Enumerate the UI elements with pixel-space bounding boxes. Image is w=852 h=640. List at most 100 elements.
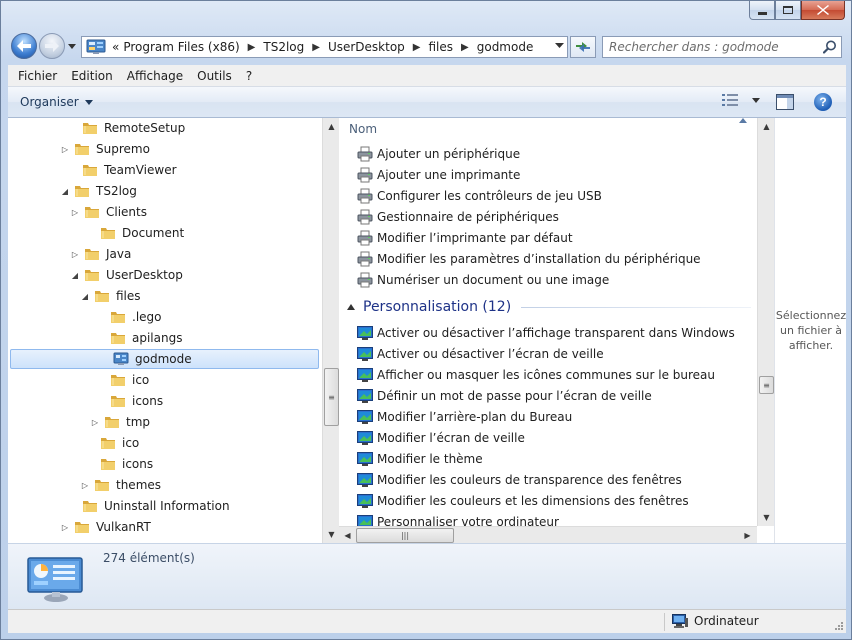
tree-item[interactable]: Document — [86, 223, 184, 243]
tree-item[interactable]: Uninstall Information — [68, 496, 230, 516]
tree-item[interactable]: godmode — [10, 349, 319, 369]
list-item[interactable]: Gestionnaire de périphériques — [357, 207, 559, 227]
breadcrumb-program-files[interactable]: Program Files (x86) — [121, 40, 241, 54]
forward-button[interactable] — [39, 33, 65, 59]
tree-item[interactable]: .lego — [96, 307, 162, 327]
breadcrumb-ts2log[interactable]: TS2log — [261, 40, 306, 54]
collapse-arrow-icon[interactable]: ◢ — [70, 271, 80, 280]
list-item[interactable]: Afficher ou masquer les icônes communes … — [357, 365, 715, 385]
expand-arrow-icon[interactable]: ▷ — [70, 250, 80, 259]
search-input[interactable] — [609, 40, 823, 54]
close-icon — [817, 5, 829, 15]
tree-item[interactable]: icons — [96, 391, 163, 411]
tree-item[interactable]: ▷ Java — [70, 244, 131, 264]
column-header-name[interactable]: Nom — [349, 122, 377, 136]
collapse-triangle-icon[interactable] — [347, 304, 355, 310]
tree-item[interactable]: icons — [86, 454, 153, 474]
menu-help[interactable]: ? — [239, 69, 259, 83]
expand-arrow-icon[interactable]: ▷ — [80, 481, 90, 490]
list-item[interactable]: Numériser un document ou une image — [357, 270, 609, 290]
maximize-button[interactable] — [775, 1, 801, 20]
scroll-down-arrow-icon[interactable]: ▼ — [323, 526, 340, 543]
search-icon[interactable] — [823, 40, 837, 54]
collapse-arrow-icon[interactable]: ◢ — [80, 292, 90, 301]
menu-outils[interactable]: Outils — [190, 69, 239, 83]
tree-item[interactable]: ▷ themes — [80, 475, 161, 495]
menu-fichier[interactable]: Fichier — [8, 69, 64, 83]
expand-arrow-icon[interactable]: ▷ — [60, 523, 70, 532]
minimize-button[interactable] — [749, 1, 775, 20]
file-list-vertical-scrollbar[interactable]: ▲ ≡ ▼ — [757, 118, 774, 526]
search-box[interactable] — [602, 36, 842, 58]
address-bar[interactable]: « Program Files (x86) ▶ TS2log ▶ UserDes… — [81, 36, 568, 58]
menu-affichage[interactable]: Affichage — [120, 69, 190, 83]
list-item[interactable]: Modifier les couleurs de transparence de… — [357, 470, 682, 490]
list-item-label: Définir un mot de passe pour l’écran de … — [377, 389, 652, 403]
list-item[interactable]: Modifier l’imprimante par défaut — [357, 228, 573, 248]
group-title: Personnalisation (12) — [363, 299, 512, 315]
list-item[interactable]: Modifier l’écran de veille — [357, 428, 525, 448]
collapse-arrow-icon[interactable]: ◢ — [60, 187, 70, 196]
explorer-window: « Program Files (x86) ▶ TS2log ▶ UserDes… — [0, 0, 852, 640]
scroll-left-arrow-icon[interactable]: ◀ — [339, 527, 356, 544]
tree-item[interactable]: ico — [96, 370, 149, 390]
breadcrumb-separator[interactable]: ▶ — [407, 42, 427, 53]
expand-arrow-icon[interactable]: ▷ — [90, 418, 100, 427]
list-item[interactable]: Modifier les couleurs et les dimensions … — [357, 491, 689, 511]
breadcrumb-overflow[interactable]: « — [110, 40, 121, 54]
list-item[interactable]: Modifier le thème — [357, 449, 483, 469]
tree-item[interactable]: ◢ UserDesktop — [70, 265, 183, 285]
expand-arrow-icon[interactable]: ▷ — [60, 145, 70, 154]
file-list-hscroll-thumb[interactable]: ||| — [356, 528, 454, 543]
change-view-button[interactable] — [722, 94, 760, 106]
tree-item[interactable]: ◢ TS2log — [60, 181, 137, 201]
breadcrumb-separator[interactable]: ▶ — [455, 42, 475, 53]
tree-item[interactable]: ico — [86, 433, 139, 453]
file-list-horizontal-scrollbar[interactable]: ◀ ||| ▶ — [339, 526, 757, 543]
tree-item[interactable]: TeamViewer — [68, 160, 177, 180]
list-item[interactable]: Définir un mot de passe pour l’écran de … — [357, 386, 652, 406]
list-item[interactable]: Activer ou désactiver l’écran de veille — [357, 344, 604, 364]
breadcrumb-files[interactable]: files — [427, 40, 456, 54]
tree-item[interactable]: ▷ Clients — [70, 202, 147, 222]
back-button[interactable] — [11, 33, 37, 59]
recent-pages-chevron-icon[interactable] — [67, 41, 77, 51]
help-button[interactable]: ? — [814, 93, 832, 111]
list-item[interactable]: Modifier les paramètres d’installation d… — [357, 249, 701, 269]
refresh-button[interactable] — [570, 36, 596, 58]
list-item[interactable]: Modifier l’arrière-plan du Bureau — [357, 407, 572, 427]
scroll-down-arrow-icon[interactable]: ▼ — [758, 509, 775, 526]
folder-icon — [84, 268, 100, 282]
file-list-scrollbar-thumb[interactable]: ≡ — [759, 376, 774, 394]
resize-grip-icon[interactable] — [834, 621, 844, 631]
breadcrumb-userdesktop[interactable]: UserDesktop — [326, 40, 407, 54]
tree-item[interactable]: apilangs — [96, 328, 182, 348]
navigation-scrollbar[interactable]: ▲ ≡ ▼ — [322, 118, 339, 543]
breadcrumb-separator[interactable]: ▶ — [242, 42, 262, 53]
scroll-right-arrow-icon[interactable]: ▶ — [739, 527, 756, 544]
tree-item[interactable]: ▷ tmp — [90, 412, 150, 432]
breadcrumb: « Program Files (x86) ▶ TS2log ▶ UserDes… — [110, 40, 551, 54]
expand-arrow-icon[interactable]: ▷ — [70, 208, 80, 217]
scroll-up-arrow-icon[interactable]: ▲ — [758, 118, 775, 135]
preview-pane-icon[interactable] — [776, 94, 794, 110]
list-item[interactable]: Ajouter un périphérique — [357, 144, 520, 164]
tree-item[interactable]: ◢ files — [80, 286, 141, 306]
status-location-label: Ordinateur — [694, 614, 759, 628]
organize-button[interactable]: Organiser — [20, 95, 93, 109]
list-item[interactable]: Activer ou désactiver l’affichage transp… — [357, 323, 735, 343]
group-header-personnalisation[interactable]: Personnalisation (12) — [347, 296, 751, 318]
close-button[interactable] — [801, 1, 845, 20]
list-item-label: Modifier l’écran de veille — [377, 431, 525, 445]
tree-item[interactable]: ▷ Supremo — [60, 139, 150, 159]
navigation-scrollbar-thumb[interactable]: ≡ — [324, 368, 339, 426]
list-item[interactable]: Ajouter une imprimante — [357, 165, 520, 185]
breadcrumb-separator[interactable]: ▶ — [306, 42, 326, 53]
tree-item[interactable]: RemoteSetup — [68, 118, 185, 138]
scroll-up-arrow-icon[interactable]: ▲ — [323, 118, 340, 135]
address-dropdown-button[interactable] — [551, 42, 567, 52]
list-item[interactable]: Configurer les contrôleurs de jeu USB — [357, 186, 602, 206]
tree-item[interactable]: ▷ VulkanRT — [60, 517, 151, 537]
breadcrumb-godmode[interactable]: godmode — [475, 40, 536, 54]
menu-edition[interactable]: Edition — [64, 69, 120, 83]
